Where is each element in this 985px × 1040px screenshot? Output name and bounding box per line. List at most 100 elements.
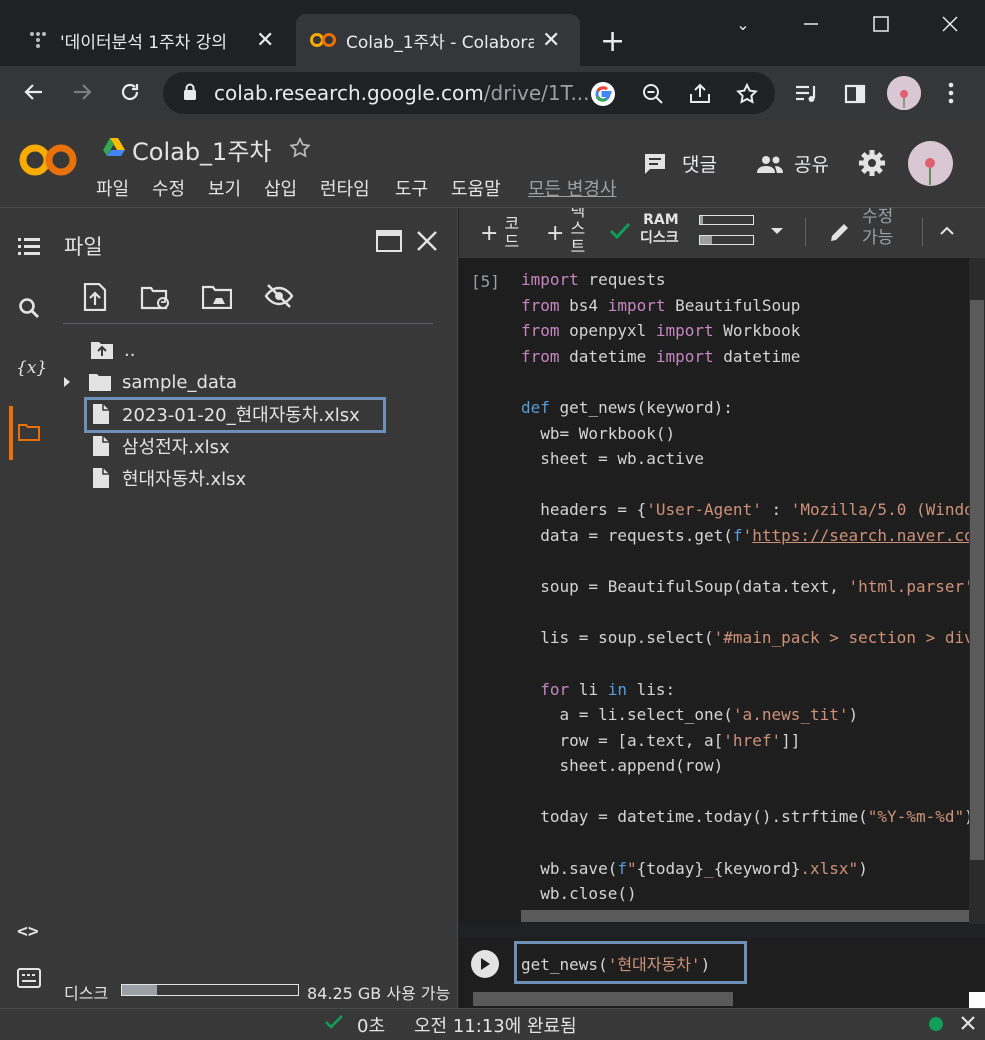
- edit-label-2: 가능: [862, 228, 894, 248]
- all-changes-saved-link[interactable]: 모든 변경사: [528, 175, 621, 201]
- menu-insert[interactable]: 삽입: [264, 175, 297, 201]
- menu-help[interactable]: 도움말: [451, 175, 501, 201]
- run-cell-button[interactable]: [471, 950, 499, 978]
- tab-search-chevron-icon[interactable]: ⌄: [720, 8, 766, 40]
- scroll-corner: [969, 992, 985, 1008]
- add-text-label-3: 트: [570, 237, 586, 256]
- new-tab-icon[interactable]: +: [600, 24, 625, 59]
- upload-folder-icon: [90, 340, 114, 360]
- lock-icon[interactable]: [183, 83, 197, 101]
- add-text-label-2: 스: [570, 219, 586, 238]
- window-close-icon[interactable]: [927, 8, 973, 40]
- upload-file-icon[interactable]: [83, 283, 107, 311]
- search-icon[interactable]: [18, 297, 40, 319]
- mount-drive-icon[interactable]: [202, 285, 232, 309]
- share-button[interactable]: 공유: [756, 150, 829, 177]
- disk-usage-fill: [122, 985, 158, 995]
- comment-icon: [642, 151, 668, 177]
- menu-runtime[interactable]: 런타임: [320, 175, 370, 201]
- add-code-label-2: 드: [504, 232, 520, 251]
- comment-button[interactable]: 댓글: [642, 150, 717, 177]
- share-page-icon[interactable]: [688, 82, 712, 106]
- divider: [63, 323, 433, 324]
- code-snippets-icon[interactable]: <>: [17, 921, 39, 942]
- tab-close-icon[interactable]: ✕: [542, 28, 560, 53]
- menu-file[interactable]: 파일: [96, 175, 129, 201]
- browser-tab-lecture[interactable]: '데이터분석 1주차 강의 ✕: [14, 14, 292, 66]
- browser-menu-icon[interactable]: [944, 80, 958, 106]
- plus-icon: +: [480, 220, 499, 246]
- notebook-title[interactable]: Colab_1주차: [132, 132, 271, 167]
- media-queue-icon[interactable]: [794, 82, 820, 106]
- google-drive-icon[interactable]: [103, 137, 125, 157]
- command-palette-icon[interactable]: [17, 968, 41, 988]
- left-rail: [0, 208, 50, 1008]
- side-panel-icon[interactable]: [843, 82, 867, 106]
- tab-title: Colab_1주차 - Colaboratory: [346, 32, 534, 53]
- cell-horizontal-scrollbar[interactable]: [473, 992, 733, 1006]
- active-tab-indicator: [9, 406, 13, 460]
- disk-label: 디스크: [64, 984, 109, 1003]
- zoom-out-icon[interactable]: [641, 82, 665, 106]
- add-code-button[interactable]: + 코 드: [480, 208, 519, 258]
- code-text: import requests from bs4 import Beautifu…: [521, 270, 969, 904]
- resource-labels[interactable]: RAM 디스크: [640, 211, 679, 247]
- variables-icon[interactable]: {x}: [16, 358, 47, 378]
- close-status-icon[interactable]: [960, 1015, 976, 1031]
- scrollbar-thumb[interactable]: [970, 300, 984, 860]
- collapse-header-icon[interactable]: [940, 226, 954, 236]
- menu-tools[interactable]: 도구: [395, 175, 428, 201]
- runtime-dropdown-icon[interactable]: [770, 226, 784, 236]
- pencil-icon[interactable]: [828, 220, 852, 244]
- forward-icon[interactable]: [70, 80, 94, 104]
- google-icon[interactable]: [590, 81, 616, 107]
- tab-close-icon[interactable]: ✕: [256, 28, 274, 53]
- browser-tab-colab[interactable]: Colab_1주차 - Colaboratory ✕: [296, 14, 580, 66]
- star-icon[interactable]: [288, 136, 312, 160]
- status-check-icon: [325, 1015, 343, 1029]
- file-icon: [92, 435, 110, 457]
- open-in-tab-icon[interactable]: [376, 230, 402, 252]
- tree-item-parent-dir[interactable]: ..: [90, 334, 135, 366]
- disk-resource-label: 디스크: [640, 230, 679, 246]
- hide-files-icon[interactable]: [264, 283, 294, 309]
- vertical-scrollbar[interactable]: [969, 258, 985, 924]
- tree-item-label: 2023-01-20_현대자동차.xlsx: [122, 405, 360, 426]
- plus-icon: +: [546, 220, 565, 246]
- files-folder-icon[interactable]: [18, 423, 40, 441]
- tree-item-sample-data[interactable]: sample_data: [62, 366, 237, 398]
- toolbar-divider: [805, 218, 806, 246]
- menu-view[interactable]: 보기: [208, 175, 241, 201]
- editing-mode-button[interactable]: 수정 가능: [862, 207, 893, 249]
- menu-edit[interactable]: 수정: [152, 175, 185, 201]
- close-panel-icon[interactable]: [416, 230, 438, 252]
- tab-favicon-icon: [28, 30, 48, 50]
- tree-item-file[interactable]: 2023-01-20_현대자동차.xlsx: [92, 398, 360, 430]
- maximize-icon[interactable]: [858, 8, 904, 40]
- colab-logo-icon[interactable]: [18, 140, 78, 180]
- back-icon[interactable]: [22, 80, 46, 104]
- minimize-icon[interactable]: [788, 8, 834, 40]
- file-icon: [92, 403, 110, 425]
- tree-item-file[interactable]: 현대자동차.xlsx: [92, 462, 246, 494]
- add-text-button[interactable]: + 텍 스 트: [546, 208, 585, 258]
- ram-label: RAM: [643, 212, 679, 228]
- refresh-folder-icon[interactable]: [140, 285, 172, 311]
- files-panel-title: 파일: [64, 235, 103, 259]
- code-editor[interactable]: import requests from bs4 import Beautifu…: [521, 267, 969, 915]
- reload-icon[interactable]: [118, 80, 142, 104]
- share-label: 공유: [794, 154, 829, 176]
- expand-arrow-icon[interactable]: [62, 376, 72, 388]
- table-of-contents-icon[interactable]: [18, 236, 40, 256]
- connected-check-icon: [609, 222, 631, 240]
- user-avatar[interactable]: [908, 141, 953, 186]
- horizontal-scrollbar[interactable]: [521, 910, 969, 922]
- profile-avatar[interactable]: [887, 76, 921, 110]
- url-text[interactable]: colab.research.google.com/drive/1T...: [214, 81, 590, 105]
- bookmark-star-icon[interactable]: [735, 82, 759, 106]
- files-panel: [50, 208, 458, 1008]
- cell-code[interactable]: get_news('현대자동차'): [521, 952, 710, 978]
- settings-gear-icon[interactable]: [858, 149, 886, 177]
- execution-count: [5]: [471, 272, 500, 291]
- tree-item-file[interactable]: 삼성전자.xlsx: [92, 430, 230, 462]
